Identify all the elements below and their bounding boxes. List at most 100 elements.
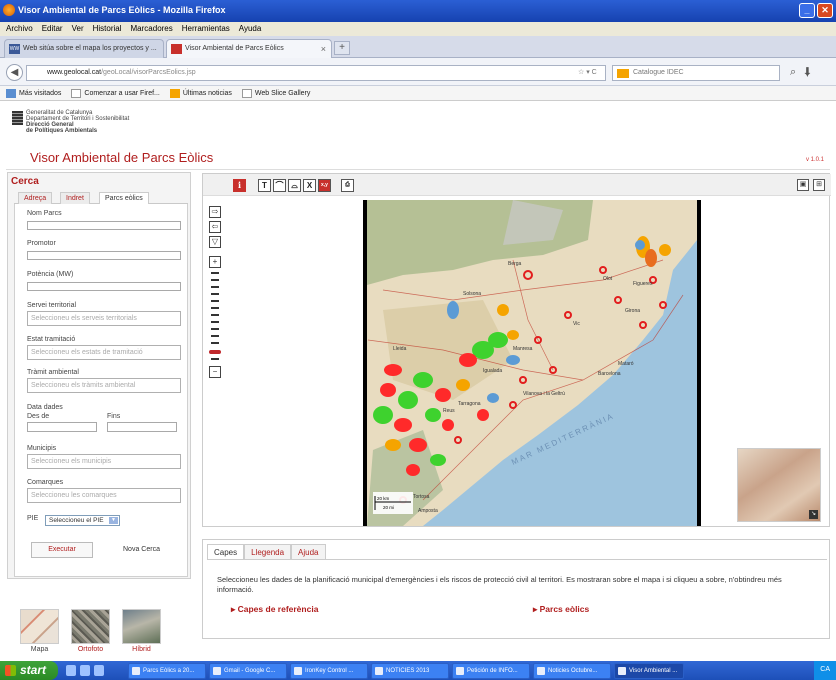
page-title: Visor Ambiental de Parcs Eòlics (30, 150, 214, 165)
tab-ajuda[interactable]: Ajuda (291, 544, 326, 559)
print-button[interactable]: ⎙ (341, 179, 354, 192)
label-nom-parcs: Nom Parcs (27, 210, 62, 217)
zoom-level-tick[interactable] (211, 358, 219, 360)
bookmark-icon (71, 88, 82, 98)
wind-park-marker (497, 304, 509, 316)
search-engine-icon (617, 69, 629, 78)
zoom-level-tick[interactable] (211, 293, 219, 295)
zoom-level-tick[interactable] (211, 328, 219, 330)
zoom-level-tick[interactable] (211, 335, 219, 337)
zoom-extent-button[interactable]: ▽ (209, 236, 221, 248)
zoom-level-tick[interactable] (211, 321, 219, 323)
municipis-select[interactable]: Seleccioneu els municipis (27, 454, 181, 469)
tab-capes[interactable]: Capes (207, 544, 245, 559)
menu-ver[interactable]: Ver (72, 24, 84, 34)
zoom-in-button[interactable]: + (209, 256, 221, 268)
measure-area-button[interactable]: ⌓ (288, 179, 301, 192)
map-label: Igualada (483, 368, 502, 374)
map-label: Lleida (393, 346, 407, 352)
zoom-level-tick[interactable] (211, 314, 219, 316)
bookmark-item[interactable]: Más visitados (6, 88, 61, 98)
map-viewer: i T ⌒ ⌓ X x,y ⎙ ▣ ⊞ ⇨ ⇦ ▽ + − Figueres G… (202, 173, 831, 527)
promotor-input[interactable] (27, 251, 181, 260)
print-icon[interactable]: ⊞ (813, 179, 825, 191)
measure-line-button[interactable]: ⌒ (273, 179, 286, 192)
task-item[interactable]: Gmail - Google C... (209, 662, 287, 679)
wind-park-marker (477, 409, 489, 421)
basemap-ortofoto[interactable]: Ortofoto (71, 609, 110, 653)
menu-marcadores[interactable]: Marcadores (131, 24, 173, 34)
zoom-level-indicator[interactable] (209, 350, 221, 354)
menu-herramientas[interactable]: Herramientas (182, 24, 230, 34)
pie-select[interactable]: Seleccioneu el PIE ▼ (45, 515, 120, 526)
potencia-input[interactable] (27, 282, 181, 291)
tab-llegenda[interactable]: Llegenda (244, 544, 292, 559)
search-download-icons[interactable]: ⌕⬇ (790, 66, 819, 79)
basemap-hibrid[interactable]: Híbrid (122, 609, 161, 653)
zoom-level-tick[interactable] (211, 272, 219, 274)
task-item[interactable]: Noticies Octubre... (533, 662, 611, 679)
search-input[interactable]: Catalogue IDEC (612, 65, 780, 81)
url-icons[interactable]: ☆ ▾ C (578, 68, 597, 76)
new-tab-button[interactable]: + (334, 41, 350, 55)
browser-tab-visor[interactable]: Visor Ambiental de Parcs Eòlics × (166, 39, 332, 58)
close-tab-icon[interactable]: × (321, 44, 326, 54)
coordinates-button[interactable]: x,y (318, 179, 331, 192)
tab-indret[interactable]: Indret (60, 192, 90, 204)
tab-adreca[interactable]: Adreça (18, 192, 53, 204)
capes-referencia-link[interactable]: ▸ Capes de referència (231, 604, 318, 615)
zoom-level-tick[interactable] (211, 279, 219, 281)
quicklaunch-icon[interactable] (80, 665, 90, 676)
start-button[interactable]: start (0, 661, 58, 680)
close-button[interactable]: ✕ (817, 3, 833, 18)
expand-icon[interactable]: ↘ (809, 510, 818, 519)
menu-editar[interactable]: Editar (42, 24, 63, 34)
browser-tab-web[interactable]: WW Web sitúa sobre el mapa los proyectos… (4, 39, 164, 58)
url-bar[interactable]: www.geolocal.cat/geoLocal/visorParcsEoli… (26, 65, 606, 81)
map-canvas[interactable]: Figueres Girona Barcelona Vilanova i la … (363, 200, 701, 526)
task-item[interactable]: NOTICIES 2013 (371, 662, 449, 679)
back-button[interactable]: ◀ (6, 64, 23, 81)
zoom-level-tick[interactable] (211, 342, 219, 344)
minimize-button[interactable]: _ (799, 3, 815, 18)
servei-select[interactable]: Seleccioneu els serveis territorials (27, 311, 181, 326)
pan-prev-button[interactable]: ⇦ (209, 221, 221, 233)
parcs-eolics-link[interactable]: ▸ Parcs eòlics (533, 604, 589, 615)
nova-cerca-link[interactable]: Nova Cerca (123, 546, 160, 553)
quicklaunch-icon[interactable] (94, 665, 104, 676)
tab-favicon-icon (171, 44, 182, 54)
task-item[interactable]: Petición de INFO... (452, 662, 530, 679)
comarques-select[interactable]: Seleccioneu les comarques (27, 488, 181, 503)
date-to-input[interactable] (107, 422, 177, 432)
tramit-select[interactable]: Seleccioneu els tràmits ambiental (27, 378, 181, 393)
zoom-level-tick[interactable] (211, 286, 219, 288)
nom-parcs-input[interactable] (27, 221, 181, 230)
bookmark-item[interactable]: Últimas noticias (169, 88, 232, 98)
menu-historial[interactable]: Historial (93, 24, 122, 34)
map-label: Tortosa (413, 494, 430, 500)
executar-button[interactable]: Executar (31, 542, 93, 558)
info-button[interactable]: i (233, 179, 246, 192)
task-item[interactable]: Parcs Eòlics a 20... (128, 662, 206, 679)
text-tool-button[interactable]: T (258, 179, 271, 192)
bookmark-item[interactable]: Web Slice Gallery (241, 88, 310, 98)
task-item-active[interactable]: Visor Ambiental ... (614, 662, 684, 679)
estat-select[interactable]: Seleccioneu els estats de tramitació (27, 345, 181, 360)
date-from-input[interactable] (27, 422, 97, 432)
bookmark-item[interactable]: Comenzar a usar Firef... (71, 88, 160, 98)
pan-next-button[interactable]: ⇨ (209, 206, 221, 218)
browser-tabbar: WW Web sitúa sobre el mapa los proyectos… (0, 36, 836, 58)
clear-button[interactable]: X (303, 179, 316, 192)
overview-map[interactable]: ↘ (737, 448, 821, 522)
zoom-out-button[interactable]: − (209, 366, 221, 378)
fullscreen-icon[interactable]: ▣ (797, 179, 809, 191)
zoom-level-tick[interactable] (211, 307, 219, 309)
basemap-mapa[interactable]: Mapa (20, 609, 59, 653)
zoom-level-tick[interactable] (211, 300, 219, 302)
menu-archivo[interactable]: Archivo (6, 24, 33, 34)
task-item[interactable]: IronKey Control ... (290, 662, 368, 679)
quicklaunch-icon[interactable] (66, 665, 76, 676)
menu-ayuda[interactable]: Ayuda (239, 24, 262, 34)
search-form: Nom Parcs Promotor Potència (MW) Servei … (14, 204, 188, 577)
label-servei: Servei territorial (27, 302, 77, 309)
